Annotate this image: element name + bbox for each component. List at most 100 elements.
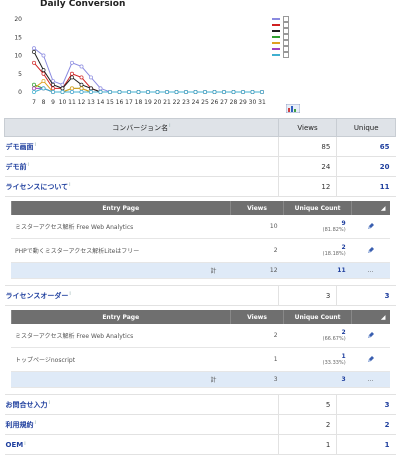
conversion-link[interactable]: OEM [6,441,24,449]
legend-swatch [272,36,280,38]
data-point [70,75,74,80]
x-tick-label: 13 [87,99,95,106]
entry-unique-link[interactable]: 1 [285,353,345,360]
total-unique-link[interactable]: 11 [283,262,352,279]
data-point [98,90,103,94]
entry-unique-link[interactable]: 2 [285,329,345,336]
conversion-link[interactable]: ライセンスオーダー [6,292,69,300]
collapse-toggle[interactable]: ◢ [351,201,390,215]
entry-unique-link[interactable]: 9 [285,220,345,227]
data-point [250,90,255,94]
info-icon: i [34,141,36,148]
conversion-link[interactable]: お問合せ入力 [6,401,48,409]
data-point [32,82,36,87]
data-point [32,90,36,94]
conversion-report: コンバージョン名i Views Unique デモ画面i 85 65 デモ前i … [4,118,396,455]
unique-link[interactable]: 20 [336,156,396,177]
table-row: 利用規約i 2 2 [4,414,396,435]
total-unique-link[interactable]: 3 [283,371,352,388]
legend-swatch [272,54,280,56]
views-value: 3 [277,285,337,306]
data-point [70,60,74,65]
info-icon: i [27,161,29,168]
x-tick-label: 29 [239,99,247,106]
y-tick-label: 0 [18,89,22,96]
x-tick-label: 16 [116,99,124,106]
x-tick-label: 12 [78,99,86,106]
data-point [89,75,93,80]
chart-legend [272,16,296,58]
data-point [184,90,188,94]
chart-plot: 051015207 8 9 10 11 12 13 14 15 16 17 18 19 20 21 22 23 2… [14,16,266,106]
entry-row: ミスターアクセス解析 Free Web Analytics 2 2 (66.67%… [11,324,390,348]
entry-page-breakdown: Entry Page Views Unique Count ◢ ミスターアクセス… [4,305,396,395]
unique-link[interactable]: 3 [336,394,396,415]
entry-row: ミスターアクセス解析 Free Web Analytics 10 9 (81.82… [11,215,390,239]
edit-icon[interactable] [367,222,375,230]
series-line [33,62,262,93]
entry-views: 2 [230,238,284,263]
edit-icon[interactable] [367,331,375,339]
edit-icon[interactable] [367,355,375,363]
x-tick-label: 28 [230,99,238,106]
unique-link[interactable]: 3 [336,285,396,306]
data-point [41,68,46,73]
data-point [41,53,46,58]
conversion-link[interactable]: デモ前 [6,163,27,171]
table-row: ライセンスについてi 12 11 [4,176,396,197]
data-point [89,86,93,91]
triangle-icon: ◢ [380,313,386,321]
data-point [51,90,55,94]
entry-views: 10 [230,215,284,239]
info-icon: i [48,399,50,406]
info-icon: i [34,419,36,426]
table-row: デモ画面i 85 65 [4,136,396,157]
total-views: 3 [230,371,284,388]
data-point [98,86,103,91]
data-point [79,90,84,94]
data-point [127,90,131,94]
data-point [117,90,122,94]
collapse-toggle[interactable]: ◢ [351,310,390,324]
legend-checkbox[interactable] [283,52,289,58]
col-sub-views[interactable]: Views [230,201,284,215]
x-tick-label: 21 [163,99,171,106]
data-point [32,60,36,65]
data-point [32,86,36,91]
unique-link[interactable]: 1 [336,434,396,455]
triangle-icon: ◢ [380,204,386,212]
col-unique-count[interactable]: Unique Count [283,310,352,324]
y-tick-label: 15 [14,34,22,41]
edit-icon[interactable] [367,246,375,254]
entry-page-name: PHPで動くミスターアクセス解析Liteはフリー [11,238,231,263]
entry-views: 2 [230,324,284,348]
unique-link[interactable]: 11 [336,176,396,197]
conversion-link[interactable]: ライセンスについて [6,183,69,191]
unique-link[interactable]: 65 [336,136,396,157]
entry-percent: (18.18%) [322,251,346,257]
x-tick-label: 23 [182,99,190,106]
x-tick-label: 27 [220,99,228,106]
total-label: 計 [11,371,231,388]
conversion-link[interactable]: デモ画面 [6,143,34,151]
x-tick-label: 11 [68,99,76,106]
y-tick-label: 10 [14,53,22,60]
views-value: 85 [277,136,337,157]
chart-export-icon[interactable] [286,104,300,113]
col-unique[interactable]: Unique [336,118,396,137]
col-unique-count[interactable]: Unique Count [283,201,352,215]
table-row: OEMi 1 1 [4,434,396,455]
col-conversion-name[interactable]: コンバージョン名i [4,118,279,137]
conversion-link[interactable]: 利用規約 [6,421,34,429]
legend-swatch [272,24,280,26]
col-entry-page[interactable]: Entry Page [10,201,231,215]
x-tick-label: 19 [144,99,152,106]
col-views[interactable]: Views [277,118,338,137]
entry-unique-link[interactable]: 2 [285,244,345,251]
x-tick-label: 22 [173,99,181,106]
col-sub-views[interactable]: Views [230,310,284,324]
x-tick-label: 31 [258,99,266,106]
unique-link[interactable]: 2 [336,414,396,435]
col-entry-page[interactable]: Entry Page [10,310,231,324]
legend-entry[interactable] [272,52,296,58]
